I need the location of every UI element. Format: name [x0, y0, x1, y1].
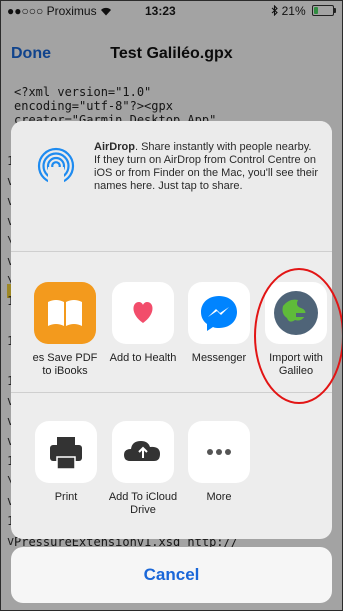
- share-ibooks[interactable]: es Save PDF to iBooks: [27, 282, 103, 378]
- icloud-upload-icon: [112, 421, 174, 483]
- more-action[interactable]: More: [181, 421, 257, 504]
- app-label: Messenger: [191, 352, 247, 364]
- more-dots-icon: [188, 421, 250, 483]
- cancel-button[interactable]: Cancel: [11, 547, 332, 603]
- airdrop-title: AirDrop: [94, 141, 135, 153]
- action-label: Add To iCloud Drive: [108, 491, 178, 516]
- health-icon: [112, 282, 174, 344]
- messenger-icon: [188, 282, 250, 344]
- app-label: es Save PDF to iBooks: [32, 352, 98, 377]
- share-health[interactable]: Add to Health: [105, 282, 181, 365]
- share-messenger[interactable]: Messenger: [181, 282, 257, 365]
- airdrop-description: AirDrop. Share instantly with people nea…: [94, 141, 319, 192]
- airdrop-icon: [36, 146, 76, 186]
- print-action[interactable]: Print: [28, 421, 104, 504]
- phone-screen: ●●○○○ Proximus 13:23 21% Test Galiléo.gp…: [0, 0, 343, 611]
- app-label: Add to Health: [109, 352, 177, 364]
- annotation-circle: [254, 268, 342, 404]
- icloud-drive-action[interactable]: Add To iCloud Drive: [105, 421, 181, 517]
- action-label: More: [206, 491, 232, 503]
- airdrop-section[interactable]: AirDrop. Share instantly with people nea…: [11, 121, 332, 251]
- ibooks-icon: [34, 282, 96, 344]
- action-label: Print: [54, 491, 78, 503]
- share-actions-row: Print Add To iCloud Drive More: [11, 393, 332, 539]
- printer-icon: [35, 421, 97, 483]
